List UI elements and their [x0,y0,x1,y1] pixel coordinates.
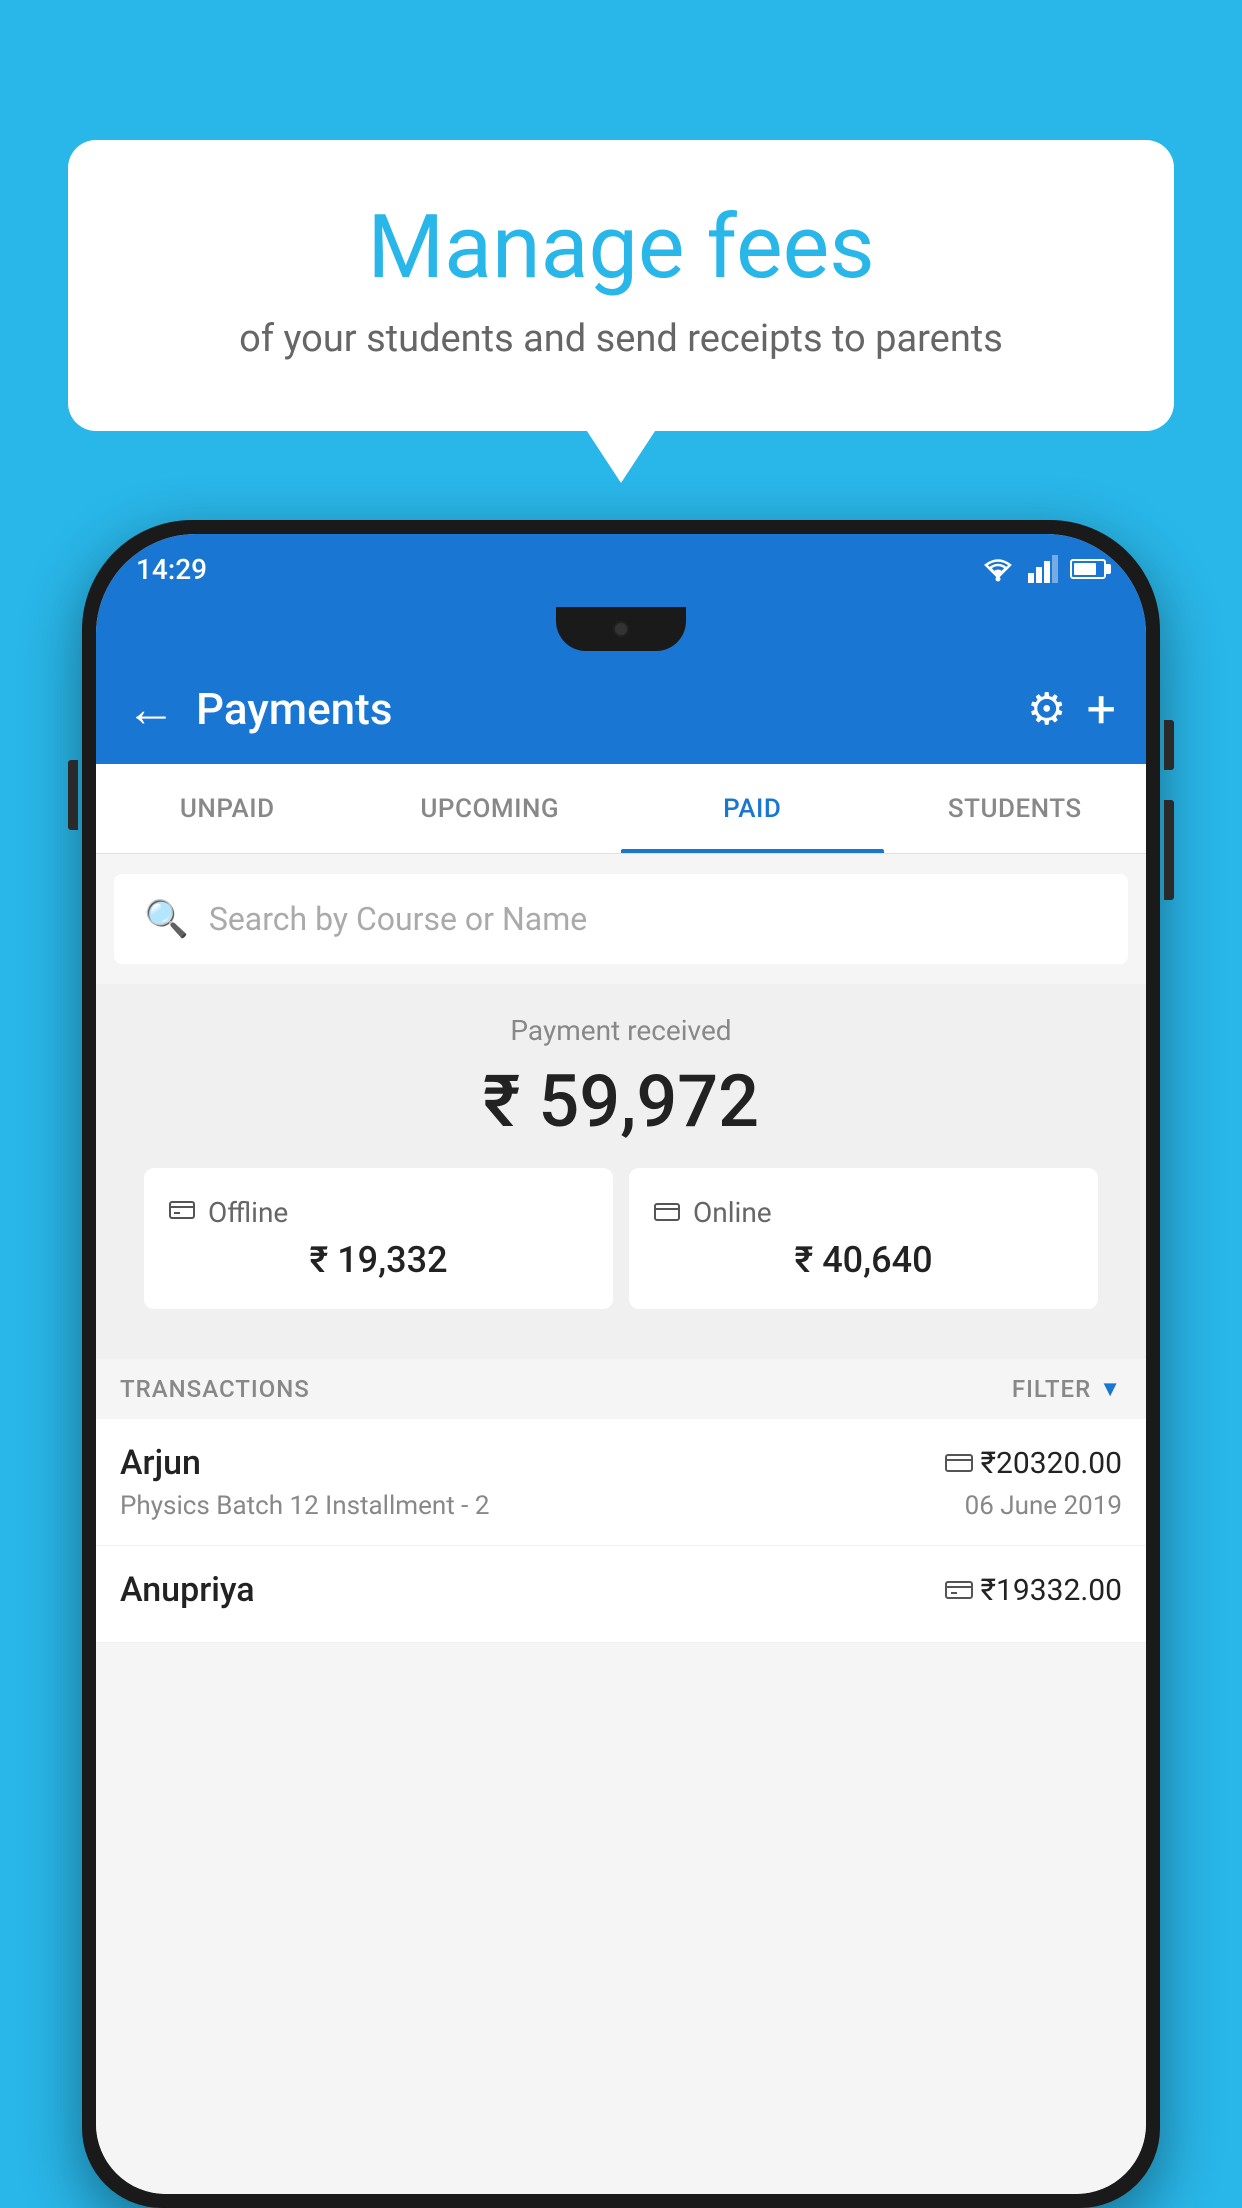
payment-amount: ₹ 59,972 [126,1059,1116,1144]
status-icons [980,555,1106,583]
transaction-row[interactable]: Arjun ₹20320.00 Physics Batch 12 Install… [96,1419,1146,1546]
tab-students[interactable]: STUDENTS [884,764,1147,853]
tabs: UNPAID UPCOMING PAID STUDENTS [96,764,1146,854]
battery-icon [1070,559,1106,579]
tab-paid[interactable]: PAID [621,764,884,853]
txn-date-1: 06 June 2019 [965,1491,1122,1521]
txn-amount-2: ₹19332.00 [945,1573,1122,1608]
bubble-subtitle: of your students and send receipts to pa… [118,317,1124,361]
add-button[interactable]: + [1086,679,1116,740]
txn-cash-icon-2 [945,1579,973,1601]
online-icon [653,1196,681,1229]
offline-amount: ₹ 19,332 [168,1239,589,1281]
phone-frame: 14:29 [82,520,1160,2208]
app-bar: ← Payments ⚙ + [96,654,1146,764]
payment-label: Payment received [126,1014,1116,1047]
status-time: 14:29 [136,553,207,586]
search-input[interactable]: Search by Course or Name [209,900,587,938]
content-area: 🔍 Search by Course or Name Payment recei… [96,854,1146,2194]
online-card: Online ₹ 40,640 [629,1168,1098,1309]
filter-button[interactable]: FILTER ▼ [1012,1375,1122,1403]
txn-top-1: Arjun ₹20320.00 [120,1443,1122,1483]
app-title: Payments [196,683,1027,735]
payment-summary: Payment received ₹ 59,972 [96,984,1146,1359]
online-label: Online [693,1196,772,1229]
transactions-header: TRANSACTIONS FILTER ▼ [96,1359,1146,1419]
transaction-row-2[interactable]: Anupriya ₹19332.00 [96,1546,1146,1643]
speech-bubble: Manage fees of your students and send re… [68,140,1174,431]
txn-name-2: Anupriya [120,1570,255,1610]
wifi-icon [980,555,1016,583]
back-button[interactable]: ← [126,680,176,739]
bubble-title: Manage fees [118,200,1124,297]
tab-upcoming[interactable]: UPCOMING [359,764,622,853]
notch [556,607,686,651]
offline-icon [168,1196,196,1229]
camera-dot [613,621,629,637]
status-bar: 14:29 [96,534,1146,604]
txn-bottom-1: Physics Batch 12 Installment - 2 06 June… [120,1491,1122,1521]
notch-area [96,604,1146,654]
side-button-right-top [1164,720,1174,770]
settings-button[interactable]: ⚙ [1027,683,1066,735]
side-button-right-bottom [1164,800,1174,900]
signal-icon [1028,555,1058,583]
tab-unpaid[interactable]: UNPAID [96,764,359,853]
phone-screen: 14:29 [96,534,1146,2194]
txn-top-2: Anupriya ₹19332.00 [120,1570,1122,1610]
filter-icon: ▼ [1099,1376,1122,1402]
txn-name-1: Arjun [120,1443,201,1483]
offline-card-header: Offline [168,1196,589,1229]
txn-desc-1: Physics Batch 12 Installment - 2 [120,1491,489,1521]
offline-card: Offline ₹ 19,332 [144,1168,613,1309]
online-card-header: Online [653,1196,1074,1229]
transactions-label: TRANSACTIONS [120,1375,310,1403]
side-button-left [68,760,78,830]
txn-amount-1: ₹20320.00 [945,1446,1122,1481]
payment-cards: Offline ₹ 19,332 Online [126,1168,1116,1309]
online-amount: ₹ 40,640 [653,1239,1074,1281]
txn-card-icon-1 [945,1452,973,1474]
offline-label: Offline [208,1196,288,1229]
search-icon: 🔍 [144,898,189,940]
search-bar[interactable]: 🔍 Search by Course or Name [114,874,1128,964]
